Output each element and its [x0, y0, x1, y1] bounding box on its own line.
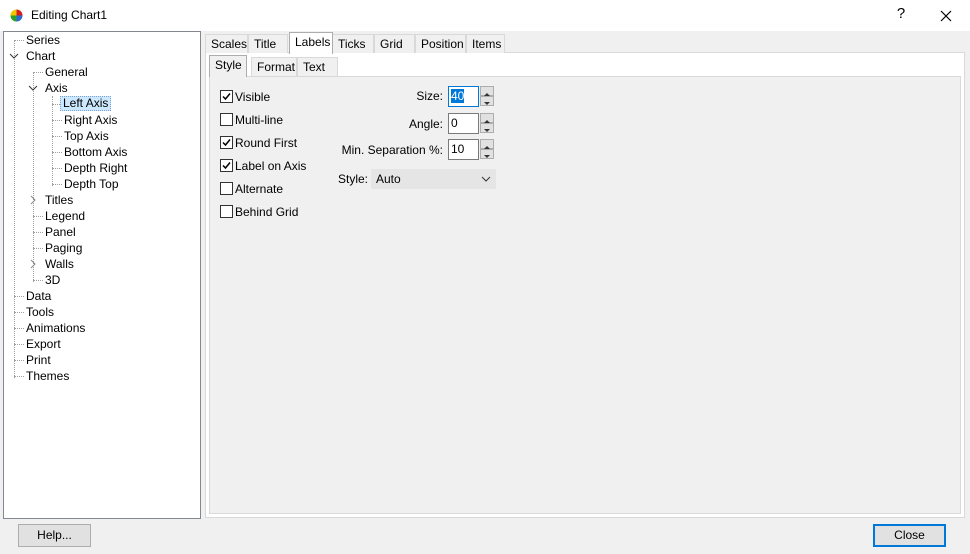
- tab-title[interactable]: Title: [248, 34, 288, 53]
- spin-up-icon[interactable]: [480, 139, 494, 149]
- tree-item-series[interactable]: Series: [24, 33, 62, 48]
- angle-value: 0: [451, 116, 458, 130]
- multiline-checkbox[interactable]: [220, 113, 233, 126]
- style-select[interactable]: Auto: [371, 169, 496, 189]
- tree-item-right-axis[interactable]: Right Axis: [62, 113, 119, 128]
- min-separation-value: 10: [451, 142, 465, 156]
- style-tab-panel: [209, 76, 961, 514]
- tree-item-top-axis[interactable]: Top Axis: [62, 129, 111, 144]
- size-value: 40: [451, 89, 465, 103]
- close-icon[interactable]: [936, 6, 956, 26]
- tree-item-paging[interactable]: Paging: [43, 241, 84, 256]
- tab-scales[interactable]: Scales: [205, 34, 248, 53]
- angle-label: Angle:: [408, 117, 443, 131]
- round-first-label: Round First: [235, 136, 298, 150]
- label-on-axis-checkbox[interactable]: [220, 159, 233, 172]
- tree-item-axis[interactable]: Axis: [43, 81, 70, 96]
- behind-grid-checkbox[interactable]: [220, 205, 233, 218]
- editor-tree[interactable]: Series Chart General Axis Left Axis Righ…: [3, 31, 201, 519]
- spin-down-icon[interactable]: [480, 96, 494, 106]
- tree-item-tools[interactable]: Tools: [24, 305, 56, 320]
- behind-grid-label: Behind Grid: [235, 205, 299, 219]
- tab-grid[interactable]: Grid: [374, 34, 415, 53]
- tab-format[interactable]: Format: [251, 57, 297, 76]
- tree-item-titles[interactable]: Titles: [43, 193, 75, 208]
- visible-checkbox[interactable]: [220, 90, 233, 103]
- tab-style[interactable]: Style: [209, 55, 247, 77]
- tree-item-print[interactable]: Print: [24, 353, 53, 368]
- tree-item-bottom-axis[interactable]: Bottom Axis: [62, 145, 129, 160]
- alternate-label: Alternate: [235, 182, 284, 196]
- tree-item-animations[interactable]: Animations: [24, 321, 87, 336]
- size-label: Size:: [416, 89, 443, 103]
- tab-labels[interactable]: Labels: [289, 32, 333, 54]
- tree-item-left-axis[interactable]: Left Axis: [60, 96, 112, 111]
- tree-item-walls[interactable]: Walls: [43, 257, 76, 272]
- tree-item-export[interactable]: Export: [24, 337, 63, 352]
- spin-down-icon[interactable]: [480, 149, 494, 159]
- tree-item-themes[interactable]: Themes: [24, 369, 71, 384]
- chart-app-icon: [10, 9, 23, 22]
- multiline-label: Multi-line: [235, 113, 284, 127]
- chevron-right-icon[interactable]: [28, 195, 38, 205]
- tree-item-panel[interactable]: Panel: [43, 225, 78, 240]
- spin-up-icon[interactable]: [480, 113, 494, 123]
- size-spinner[interactable]: [480, 86, 494, 107]
- checkmark-icon: [222, 139, 231, 147]
- angle-input[interactable]: 0: [448, 113, 479, 134]
- tab-text[interactable]: Text: [297, 57, 338, 76]
- style-select-value: Auto: [376, 172, 401, 186]
- tree-item-chart[interactable]: Chart: [24, 49, 57, 64]
- min-separation-spinner[interactable]: [480, 139, 494, 160]
- label-on-axis-label: Label on Axis: [235, 159, 307, 173]
- chevron-down-icon[interactable]: [28, 83, 38, 93]
- round-first-checkbox[interactable]: [220, 136, 233, 149]
- title-bar: Editing Chart1 ?: [0, 0, 970, 31]
- chevron-right-icon[interactable]: [28, 259, 38, 269]
- spin-down-icon[interactable]: [480, 123, 494, 133]
- help-title-button[interactable]: ?: [891, 5, 911, 22]
- tree-item-depth-right[interactable]: Depth Right: [62, 161, 129, 176]
- chevron-down-icon[interactable]: [9, 51, 19, 61]
- tab-ticks[interactable]: Ticks: [332, 34, 374, 53]
- tab-position[interactable]: Position: [415, 34, 466, 53]
- min-separation-input[interactable]: 10: [448, 139, 479, 160]
- min-separation-label: Min. Separation %:: [341, 143, 443, 157]
- close-button[interactable]: Close: [873, 524, 946, 547]
- tree-item-legend[interactable]: Legend: [43, 209, 87, 224]
- angle-spinner[interactable]: [480, 113, 494, 134]
- spin-up-icon[interactable]: [480, 86, 494, 96]
- checkmark-icon: [222, 162, 231, 170]
- window-title: Editing Chart1: [31, 8, 108, 22]
- tree-item-data[interactable]: Data: [24, 289, 53, 304]
- tree-item-3d[interactable]: 3D: [43, 273, 62, 288]
- checkmark-icon: [222, 93, 231, 101]
- visible-label: Visible: [235, 90, 271, 104]
- alternate-checkbox[interactable]: [220, 182, 233, 195]
- size-input[interactable]: 40: [448, 86, 479, 107]
- chevron-down-icon: [481, 176, 491, 182]
- style-label: Style:: [337, 172, 368, 186]
- tree-item-general[interactable]: General: [43, 65, 90, 80]
- tree-item-depth-top[interactable]: Depth Top: [62, 177, 121, 192]
- tab-items[interactable]: Items: [466, 34, 505, 53]
- help-button[interactable]: Help...: [18, 524, 91, 547]
